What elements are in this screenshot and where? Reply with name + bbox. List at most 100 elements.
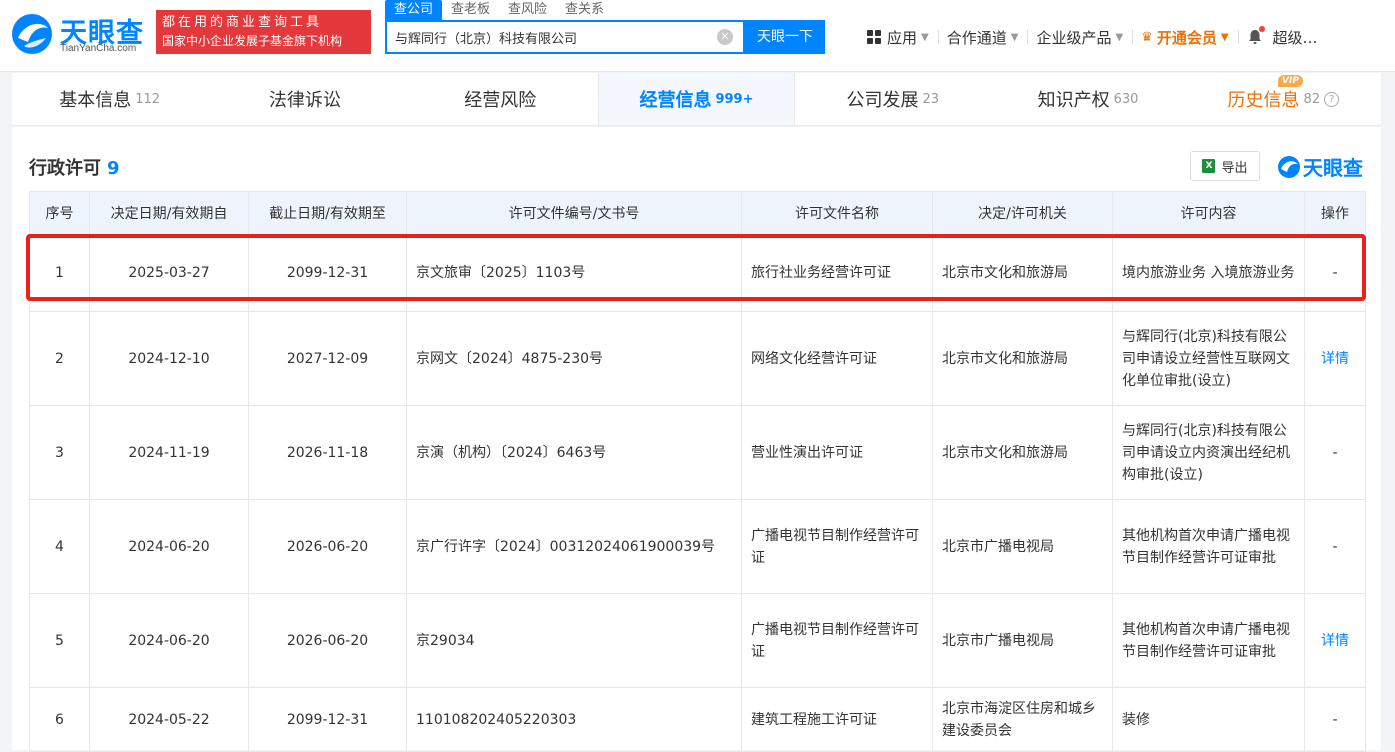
cell-authority: 北京市文化和旅游局: [932, 234, 1113, 312]
cell-name: 广播电视节目制作经营许可证: [741, 499, 933, 594]
col-header-start: 决定日期/有效期自: [89, 191, 249, 235]
cell-end: 2026-11-18: [248, 405, 407, 500]
cell-no: 2: [29, 311, 90, 406]
search-box: ✕: [385, 20, 745, 54]
cell-authority: 北京市广播电视局: [932, 499, 1113, 594]
cell-no: 3: [29, 405, 90, 500]
table-row: 3 2024-11-19 2026-11-18 京演（机构）〔2024〕6463…: [29, 405, 1366, 500]
table-header-row: 序号 决定日期/有效期自 截止日期/有效期至 许可文件编号/文书号 许可文件名称…: [29, 191, 1366, 235]
section-count: 9: [107, 158, 120, 179]
export-button[interactable]: X 导出: [1190, 151, 1260, 181]
cell-authority: 北京市海淀区住房和城乡建设委员会: [932, 687, 1113, 752]
tianyancha-logo[interactable]: 天眼查 TianYanCha.com: [10, 9, 150, 57]
cell-authority: 北京市文化和旅游局: [932, 311, 1113, 406]
tab-label: 法律诉讼: [268, 90, 341, 111]
cell-no: 1: [29, 234, 90, 312]
cell-no: 6: [29, 687, 90, 752]
chevron-down-icon: ▼: [1220, 31, 1229, 43]
cell-content: 其他机构首次申请广播电视节目制作经营许可证审批: [1112, 593, 1305, 688]
nav-vip-label: 开通会员: [1156, 28, 1217, 47]
tab-operating-risk[interactable]: 经营风险: [403, 73, 598, 125]
search-button[interactable]: 天眼一下: [745, 20, 825, 54]
tab-litigation[interactable]: 法律诉讼: [207, 73, 402, 125]
logo-mark-icon: [1278, 155, 1300, 178]
search-tab-boss[interactable]: 查老板: [442, 0, 499, 20]
admin-license-panel: 行政许可 9 X 导出 天眼查 序号 决定日期/有效期自 截止日期/有效期至 许可…: [12, 127, 1381, 752]
nav-user[interactable]: 超级…: [1237, 24, 1327, 50]
cell-action: -: [1304, 499, 1366, 594]
col-header-no: 序号: [29, 191, 90, 235]
table-row: 4 2024-06-20 2026-06-20 京广行许字〔2024〕00312…: [29, 499, 1366, 594]
cell-no: 4: [29, 499, 90, 594]
clear-icon[interactable]: ✕: [717, 29, 733, 45]
cell-no: 5: [29, 593, 90, 688]
vip-badge: VIP: [1278, 75, 1303, 87]
search-input[interactable]: [395, 22, 715, 52]
cell-name: 建筑工程施工许可证: [741, 687, 933, 752]
tab-development[interactable]: 公司发展 23: [795, 73, 990, 125]
cell-action: 详情: [1304, 593, 1366, 688]
cell-doc-no: 京文旅审〔2025〕1103号: [406, 234, 742, 312]
cell-end: 2099-12-31: [248, 234, 407, 312]
company-info-tabs: 基本信息 112 法律诉讼 经营风险 经营信息 999+ 公司发展 23 知识产…: [12, 73, 1381, 126]
col-header-doc-no: 许可文件编号/文书号: [406, 191, 742, 235]
watermark-text: 天眼查: [1303, 156, 1363, 180]
help-icon[interactable]: ?: [1324, 91, 1340, 107]
cell-start: 2024-06-20: [89, 593, 249, 688]
cell-start: 2024-05-22: [89, 687, 249, 752]
cell-action: 详情: [1304, 311, 1366, 406]
cell-content: 其他机构首次申请广播电视节目制作经营许可证审批: [1112, 499, 1305, 594]
nav-channel-label: 合作通道: [946, 28, 1007, 47]
cell-end: 2026-06-20: [248, 499, 407, 594]
search-tab-company[interactable]: 查公司: [385, 0, 443, 20]
detail-link[interactable]: 详情: [1321, 351, 1349, 367]
tab-ip[interactable]: 知识产权 630: [990, 73, 1185, 125]
tab-operating-info[interactable]: 经营信息 999+: [597, 73, 796, 125]
tab-label: 知识产权: [1037, 90, 1110, 111]
cell-doc-no: 京29034: [406, 593, 742, 688]
cell-action: -: [1304, 687, 1366, 752]
nav-apps[interactable]: 应用 ▼: [858, 24, 938, 50]
cell-doc-no: 京演（机构）〔2024〕6463号: [406, 405, 742, 500]
search-type-tabs: 查公司 查老板 查风险 查关系: [385, 0, 613, 20]
col-header-action: 操作: [1304, 191, 1366, 235]
cell-end: 2027-12-09: [248, 311, 407, 406]
chevron-down-icon: ▼: [921, 31, 929, 43]
logo-mark-icon: [12, 14, 52, 54]
col-header-content: 许可内容: [1112, 191, 1305, 235]
search-tab-relation[interactable]: 查关系: [556, 0, 613, 20]
tab-history[interactable]: VIP 历史信息 82 ?: [1186, 73, 1381, 125]
cell-end: 2099-12-31: [248, 687, 407, 752]
nav-channel[interactable]: 合作通道 ▼: [937, 24, 1028, 50]
tab-count: 112: [135, 91, 161, 107]
tab-label: 基本信息: [59, 90, 132, 111]
nav-enterprise[interactable]: 企业级产品 ▼: [1027, 24, 1132, 50]
cell-authority: 北京市广播电视局: [932, 593, 1113, 688]
cell-action: -: [1304, 234, 1366, 312]
col-header-authority: 决定/许可机关: [932, 191, 1113, 235]
col-header-name: 许可文件名称: [741, 191, 933, 235]
user-name: 超级…: [1272, 28, 1318, 47]
detail-link[interactable]: 详情: [1321, 633, 1349, 649]
search-tab-risk[interactable]: 查风险: [499, 0, 556, 20]
cell-doc-no: 京广行许字〔2024〕00312024061900039号: [406, 499, 742, 594]
export-label: 导出: [1221, 160, 1248, 176]
tab-count: 999+: [715, 91, 754, 107]
nav-vip[interactable]: ♛ 开通会员 ▼: [1132, 24, 1237, 50]
table-row: 5 2024-06-20 2026-06-20 京29034 广播电视节目制作经…: [29, 593, 1366, 688]
cell-name: 旅行社业务经营许可证: [741, 234, 933, 312]
cell-content: 与辉同行(北京)科技有限公司申请设立经营性互联网文化单位审批(设立): [1112, 311, 1305, 406]
tab-count: 630: [1113, 91, 1139, 107]
crown-icon: ♛: [1141, 29, 1153, 45]
cell-content: 境内旅游业务 入境旅游业务: [1112, 234, 1305, 312]
col-header-end: 截止日期/有效期至: [248, 191, 407, 235]
tab-basic-info[interactable]: 基本信息 112: [12, 73, 207, 125]
cell-start: 2024-12-10: [89, 311, 249, 406]
bell-icon[interactable]: [1247, 26, 1265, 45]
cell-name: 网络文化经营许可证: [741, 311, 933, 406]
license-table: 序号 决定日期/有效期自 截止日期/有效期至 许可文件编号/文书号 许可文件名称…: [29, 191, 1366, 752]
cell-content: 与辉同行(北京)科技有限公司申请设立内资演出经纪机构审批(设立): [1112, 405, 1305, 500]
cell-start: 2024-11-19: [89, 405, 249, 500]
cell-content: 装修: [1112, 687, 1305, 752]
cell-name: 广播电视节目制作经营许可证: [741, 593, 933, 688]
